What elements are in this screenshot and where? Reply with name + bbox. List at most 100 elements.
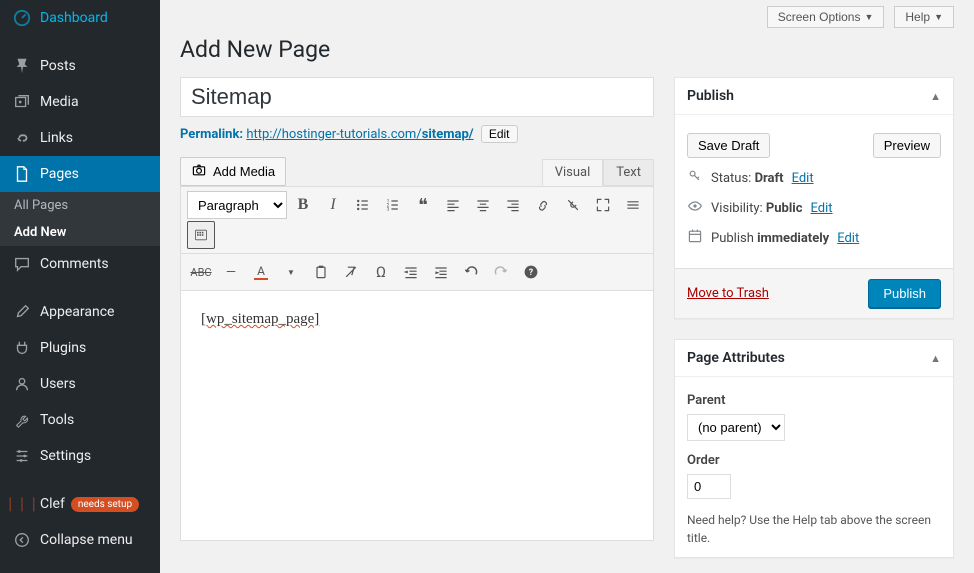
save-draft-button[interactable]: Save Draft bbox=[687, 133, 770, 158]
screen-options-button[interactable]: Screen Options▼ bbox=[767, 6, 885, 28]
blockquote-button[interactable]: ❝ bbox=[409, 191, 437, 219]
page-heading: Add New Page bbox=[180, 36, 954, 63]
sidebar-item-users[interactable]: Users bbox=[0, 366, 160, 402]
outdent-button[interactable] bbox=[397, 258, 425, 286]
sliders-icon bbox=[12, 446, 32, 466]
parent-select[interactable]: (no parent) bbox=[687, 414, 785, 441]
text-color-button[interactable]: A bbox=[247, 258, 275, 286]
sidebar-item-appearance[interactable]: Appearance bbox=[0, 294, 160, 330]
sidebar-item-media[interactable]: Media bbox=[0, 84, 160, 120]
sidebar-item-posts[interactable]: Posts bbox=[0, 48, 160, 84]
sidebar-item-plugins[interactable]: Plugins bbox=[0, 330, 160, 366]
order-input[interactable] bbox=[687, 474, 731, 499]
sidebar-item-links[interactable]: Links bbox=[0, 120, 160, 156]
parent-label: Parent bbox=[687, 393, 941, 408]
publish-button[interactable]: Publish bbox=[868, 279, 941, 308]
sidebar-item-clef[interactable]: ❘❘❘ Clef needs setup bbox=[0, 486, 160, 522]
permalink-row: Permalink: http://hostinger-tutorials.co… bbox=[180, 125, 654, 143]
sidebar-label: Dashboard bbox=[40, 10, 108, 26]
bold-button[interactable]: B bbox=[289, 191, 317, 219]
indent-button[interactable] bbox=[427, 258, 455, 286]
sidebar-sub-add-new[interactable]: Add New bbox=[0, 219, 160, 246]
toolbar-toggle-button[interactable] bbox=[187, 221, 215, 249]
align-right-button[interactable] bbox=[499, 191, 527, 219]
add-media-button[interactable]: Add Media bbox=[180, 157, 286, 186]
clef-icon: ❘❘❘ bbox=[12, 494, 32, 514]
title-input[interactable] bbox=[180, 77, 654, 117]
collapse-icon bbox=[12, 530, 32, 550]
schedule-row: Publish immediately Edit bbox=[687, 228, 941, 248]
preview-button[interactable]: Preview bbox=[873, 133, 941, 158]
permalink-label: Permalink: bbox=[180, 127, 243, 142]
special-char-button[interactable]: Ω bbox=[367, 258, 395, 286]
sidebar-label: Plugins bbox=[40, 340, 86, 356]
wrench-icon bbox=[12, 410, 32, 430]
order-label: Order bbox=[687, 453, 941, 468]
tab-visual[interactable]: Visual bbox=[542, 159, 604, 186]
sidebar-sub-all-pages[interactable]: All Pages bbox=[0, 192, 160, 219]
align-left-button[interactable] bbox=[439, 191, 467, 219]
numbered-list-button[interactable]: 123 bbox=[379, 191, 407, 219]
attributes-help-text: Need help? Use the Help tab above the sc… bbox=[687, 511, 941, 547]
top-toolbar: Screen Options▼ Help▼ bbox=[180, 0, 954, 28]
redo-button[interactable] bbox=[487, 258, 515, 286]
svg-text:3: 3 bbox=[387, 207, 390, 213]
edit-schedule-link[interactable]: Edit bbox=[837, 231, 859, 246]
page-attributes-box: Page Attributes ▲ Parent (no parent) Ord… bbox=[674, 339, 954, 558]
sidebar-label: Settings bbox=[40, 448, 91, 464]
bullet-list-button[interactable] bbox=[349, 191, 377, 219]
color-dropdown-button[interactable]: ▼ bbox=[277, 258, 305, 286]
sidebar-label: Posts bbox=[40, 58, 76, 74]
sidebar-item-pages[interactable]: Pages bbox=[0, 156, 160, 192]
fullscreen-button[interactable] bbox=[589, 191, 617, 219]
chevron-down-icon: ▼ bbox=[864, 12, 873, 22]
link-button[interactable] bbox=[529, 191, 557, 219]
hr-button[interactable]: — bbox=[217, 258, 245, 286]
format-select[interactable]: Paragraph bbox=[187, 191, 287, 219]
clear-formatting-button[interactable] bbox=[337, 258, 365, 286]
visibility-row: Visibility: Public Edit bbox=[687, 198, 941, 218]
clef-badge: needs setup bbox=[71, 497, 139, 512]
edit-status-link[interactable]: Edit bbox=[792, 171, 814, 186]
publish-box: Publish ▲ Save Draft Preview Status: Dra… bbox=[674, 77, 954, 319]
calendar-icon bbox=[687, 228, 703, 248]
sidebar-item-settings[interactable]: Settings bbox=[0, 438, 160, 474]
sidebar-label: Users bbox=[40, 376, 76, 392]
paste-text-button[interactable] bbox=[307, 258, 335, 286]
content-editor[interactable]: [wp_sitemap_page] bbox=[180, 291, 654, 541]
sidebar-item-comments[interactable]: Comments bbox=[0, 246, 160, 282]
strikethrough-button[interactable]: ABC bbox=[187, 258, 215, 286]
help-button[interactable]: Help▼ bbox=[894, 6, 954, 28]
sidebar-submenu: All Pages Add New bbox=[0, 192, 160, 246]
edit-slug-button[interactable]: Edit bbox=[481, 125, 518, 143]
permalink-link[interactable]: http://hostinger-tutorials.com/sitemap/ bbox=[246, 127, 473, 142]
sidebar-item-dashboard[interactable]: Dashboard bbox=[0, 0, 160, 36]
editor-toolbar-2: ABC — A ▼ Ω ? bbox=[180, 254, 654, 291]
italic-button[interactable]: I bbox=[319, 191, 347, 219]
undo-button[interactable] bbox=[457, 258, 485, 286]
more-button[interactable] bbox=[619, 191, 647, 219]
move-to-trash-link[interactable]: Move to Trash bbox=[687, 286, 769, 301]
link-icon bbox=[12, 128, 32, 148]
media-icon bbox=[12, 92, 32, 112]
toggle-attributes-icon[interactable]: ▲ bbox=[930, 352, 941, 365]
tab-text[interactable]: Text bbox=[603, 159, 654, 186]
unlink-button[interactable] bbox=[559, 191, 587, 219]
sidebar-item-collapse[interactable]: Collapse menu bbox=[0, 522, 160, 558]
toggle-publish-icon[interactable]: ▲ bbox=[930, 90, 941, 103]
main-content: Screen Options▼ Help▼ Add New Page Perma… bbox=[160, 0, 974, 573]
sidebar-label: Appearance bbox=[40, 304, 114, 320]
align-center-button[interactable] bbox=[469, 191, 497, 219]
camera-icon bbox=[191, 162, 207, 181]
plug-icon bbox=[12, 338, 32, 358]
edit-visibility-link[interactable]: Edit bbox=[811, 201, 833, 216]
help-icon-button[interactable]: ? bbox=[517, 258, 545, 286]
sidebar-item-tools[interactable]: Tools bbox=[0, 402, 160, 438]
sidebar-label: Collapse menu bbox=[40, 532, 133, 548]
admin-sidebar: Dashboard Posts Media Links Pages All Pa… bbox=[0, 0, 160, 573]
sidebar-label: Clef bbox=[40, 496, 65, 512]
attributes-title: Page Attributes bbox=[687, 350, 785, 366]
svg-text:?: ? bbox=[529, 268, 534, 278]
editor-tabs: Visual Text bbox=[542, 159, 654, 186]
editor-content-text: [wp_sitemap_page] bbox=[201, 311, 319, 327]
